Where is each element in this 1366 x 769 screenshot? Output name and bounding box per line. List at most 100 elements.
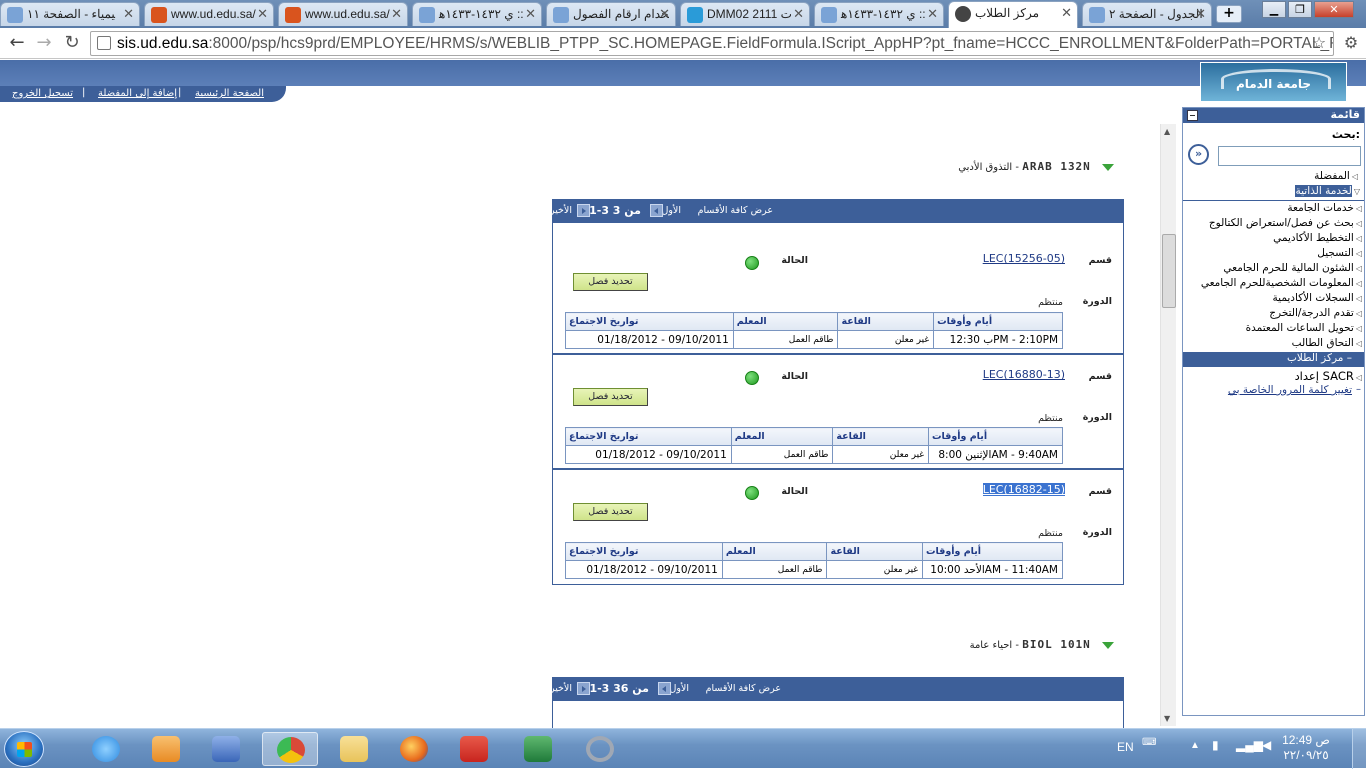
university-logo: ﺟﺎﻣﻌﺔ ﺍﻟﺪﻣﺎﻡ	[1200, 62, 1347, 102]
tab-label: DMM02 2111 ﺕ	[707, 7, 792, 21]
reload-icon[interactable]: ↻	[61, 33, 83, 55]
forward-icon[interactable]: →	[33, 33, 55, 55]
tab-dmm02[interactable]: DMM02 2111 ﺕ ✕	[680, 2, 810, 26]
days-times-cell: ﺏ 12:30PM - 2:10PM	[933, 330, 1063, 349]
collapse-arrow-icon[interactable]	[1102, 163, 1114, 171]
tab-ud-2[interactable]: www.ud.edu.sa/ ✕	[278, 2, 408, 26]
acrobat-icon[interactable]	[446, 732, 502, 766]
next-page-icon[interactable]	[577, 682, 590, 695]
previous-page-icon[interactable]	[650, 204, 663, 217]
change-password-link[interactable]: ﺗﻐﻴﻴﺮ ﻛﻠﻤﺔ ﺍﻟﻤﺮﻭﺭ ﺍﻟﺨﺎﺻﺔ ﺑﻲ	[1228, 384, 1352, 396]
course-heading-dash: -	[1015, 162, 1020, 173]
menu-item-academic-planning[interactable]: ﺍﻟﺘﺨﻄﻴﻂ ﺍﻷﻛﺎﺩﻳﻤﻲ ◁	[1273, 232, 1362, 244]
grid-pager-range: 1-3 ﻣﻦ 36	[589, 682, 649, 695]
tab-hijri-1[interactable]: ﻱ ١٤٣٢-١٤٣٣ﻫ :: ✕	[412, 2, 542, 26]
select-class-button[interactable]: ﺗﺤﺪﻳﺪ ﻓﺼﻞ	[573, 503, 648, 521]
language-indicator[interactable]: EN	[1117, 740, 1134, 754]
close-icon[interactable]: ✕	[927, 6, 938, 22]
ie-icon[interactable]	[78, 732, 134, 766]
address-bar[interactable]: sis.ud.edu.sa:8000/psp/hcs9prd/EMPLOYEE/…	[90, 31, 1334, 56]
show-hidden-icons-icon[interactable]: ▲	[1190, 740, 1200, 751]
tab-class-numbers[interactable]: ﺨﺪﺍﻡ ﺍﺭﻗﺎﻡ ﺍﻟﻔﺼﻮﻝ ✕	[546, 2, 676, 26]
chrome-icon[interactable]	[262, 732, 318, 766]
close-icon[interactable]: ✕	[123, 6, 134, 22]
tab-chemistry[interactable]: ﻴﻤﻴﺎﺀ - ﺍﻟﺼﻔﺤﺔ ١١ ✕	[0, 2, 140, 26]
back-icon[interactable]: ←	[6, 33, 28, 55]
start-button[interactable]	[4, 731, 44, 767]
home-link[interactable]: ﺍﻟﺼﻔﺤﺔ ﺍﻟﺮﺋﻴﺴﻴﺔ	[195, 88, 264, 99]
search-go-icon[interactable]: »	[1188, 144, 1209, 165]
portal-menu: ﻗﺎﺋﻤﺔ ﺑﺤﺚ: » ﺍﻟﻤﻔﻀﻠﺔ ◁ ﻟﺨﺪﻣﺔ ﺍﻟﺬﺍﺗﻴﺔ ▽ ﺧﺪﻣ…	[1182, 107, 1365, 716]
bookmark-star-icon[interactable]: ☆	[1308, 33, 1330, 55]
next-page-icon[interactable]	[577, 204, 590, 217]
loading-icon[interactable]	[572, 732, 628, 766]
section-link[interactable]: LEC(15256-05)	[983, 252, 1065, 265]
network-icon[interactable]: ▂▄▆	[1236, 738, 1263, 752]
close-icon[interactable]: ✕	[1195, 6, 1206, 22]
close-icon[interactable]: ✕	[793, 6, 804, 22]
menu-self-service[interactable]: ﻟﺨﺪﻣﺔ ﺍﻟﺬﺍﺗﻴﺔ ▽	[1295, 185, 1360, 197]
tools-icon[interactable]	[198, 732, 254, 766]
new-tab-button[interactable]: +	[1216, 5, 1242, 23]
expanded-arrow-icon: ▽	[1353, 187, 1360, 196]
menu-item-transfer-credit[interactable]: ﺗﺤﻮﻳﻞ ﺍﻟﺴﺎﻋﺎﺕ ﺍﻟﻤﻌﺘﻤﺪﺓ ◁	[1246, 322, 1362, 334]
show-desktop-button[interactable]	[1352, 729, 1366, 769]
folder-icon[interactable]	[326, 732, 382, 766]
menu-search-input[interactable]	[1218, 146, 1361, 166]
collapse-arrow-icon[interactable]	[1102, 641, 1114, 649]
tab-ud-1[interactable]: www.ud.edu.sa/ ✕	[144, 2, 274, 26]
close-icon[interactable]: ✕	[257, 6, 268, 22]
scroll-up-icon[interactable]: ▲	[1164, 127, 1170, 136]
menu-favorites[interactable]: ﺍﻟﻤﻔﻀﻠﺔ ◁	[1314, 170, 1358, 182]
page-scrollbar[interactable]: ▲ ▼	[1160, 124, 1176, 726]
section-link[interactable]: LEC(16882-15)	[982, 483, 1065, 496]
device-icon[interactable]: ▮	[1212, 738, 1219, 752]
previous-page-icon[interactable]	[658, 682, 671, 695]
doc-icon	[1089, 7, 1105, 23]
menu-item-enrollment[interactable]: ﺍﻟﺘﺴﺠﻴﻞ ◁	[1317, 247, 1362, 259]
close-window-icon[interactable]: ✕	[1314, 1, 1354, 18]
minimize-icon[interactable]: ▁	[1262, 1, 1286, 18]
excel-icon[interactable]	[510, 732, 566, 766]
view-all-sections-link[interactable]: ﻋﺮﺽ ﻛﺎﻓﺔ ﺍﻷﻗﺴﺎﻡ	[706, 683, 781, 694]
menu-sacr-setup[interactable]: ﺇﻋﺪﺍﺩ SACR ◁	[1295, 369, 1362, 383]
menu-item-student-admissions[interactable]: ﺍﻟﺘﺤﺎﻕ ﺍﻟﻄﺎﻟﺐ ◁	[1292, 337, 1362, 349]
select-class-button[interactable]: ﺗﺤﺪﻳﺪ ﻓﺼﻞ	[573, 273, 648, 291]
media-player-icon[interactable]	[138, 732, 194, 766]
tab-hijri-2[interactable]: ﻱ ١٤٣٢-١٤٣٣ﻫ :: ✕	[814, 2, 944, 26]
menu-item-university-services[interactable]: ﺧﺪﻣﺎﺕ ﺍﻟﺠﺎﻣﻌﺔ ◁	[1287, 202, 1362, 214]
tab-schedule[interactable]: ﺍﻟﺠﺪﻭﻝ - ﺍﻟﺼﻔﺤﺔ ٢ ✕	[1082, 2, 1212, 26]
menu-item-campus-personal-info[interactable]: ﺍﻟﻤﻌﻠﻮﻣﺎﺕ ﺍﻟﺸﺨﺼﻴﺔﻟﻠﺤﺮﻡ ﺍﻟﺠﺎﻣﻌﻲ ◁	[1201, 277, 1362, 289]
firefox-icon[interactable]	[386, 732, 442, 766]
close-icon[interactable]: ✕	[659, 6, 670, 22]
menu-item-class-search[interactable]: ﺑﺤﺚ ﻋﻦ ﻓﺼﻞ/ﺍﺳﺘﻌﺮﺍﺽ ﺍﻟﻜﺘﺎﻟﻮﺝ ◁	[1209, 217, 1362, 229]
meeting-dates-cell: 01/18/2012 - 09/10/2011	[565, 445, 732, 464]
logout-link[interactable]: ﺗﺴﺠﻴﻞ ﺍﻟﺨﺮﻭﺝ	[12, 88, 73, 99]
doc-icon	[7, 7, 23, 23]
select-class-button[interactable]: ﺗﺤﺪﻳﺪ ﻓﺼﻞ	[573, 388, 648, 406]
tab-student-center[interactable]: ﻣﺮﻛﺰ ﺍﻟﻄﻼﺏ ✕	[948, 1, 1078, 28]
scrollbar-thumb[interactable]	[1162, 234, 1176, 308]
view-all-sections-link[interactable]: ﻋﺮﺽ ﻛﺎﻓﺔ ﺍﻷﻗﺴﺎﻡ	[698, 205, 773, 216]
menu-item-campus-finances[interactable]: ﺍﻟﺸﺌﻮﻥ ﺍﻟﻤﺎﻟﻴﺔ ﻟﻠﺤﺮﻡ ﺍﻟﺠﺎﻣﻌﻲ ◁	[1223, 262, 1362, 274]
menu-student-center[interactable]: ﻣﺮﻛﺰ ﺍﻟﻄﻼﺏ –	[1183, 352, 1364, 367]
menu-item-academic-records[interactable]: ﺍﻟﺴﺠﻼﺕ ﺍﻷﻛﺎﺩﻳﻤﻴﺔ ◁	[1273, 292, 1362, 304]
close-icon[interactable]: ✕	[391, 6, 402, 22]
collapsed-arrow-icon: ◁	[1351, 172, 1358, 181]
system-clock[interactable]: ﺹ 12:49 ٢٢/٠٩/٢٥	[1270, 733, 1342, 763]
browser-toolbar: ← → ↻ sis.ud.edu.sa:8000/psp/hcs9prd/EMP…	[0, 28, 1366, 59]
keyboard-icon[interactable]: ⌨	[1142, 737, 1156, 748]
wrench-icon[interactable]: ⚙	[1340, 33, 1362, 55]
menu-item-degree-progress[interactable]: ﺗﻘﺪﻡ ﺍﻟﺪﺭﺟﺔ/ﺍﻟﺘﺨﺮﺝ ◁	[1269, 307, 1362, 319]
section-link[interactable]: LEC(16880-13)	[983, 368, 1065, 381]
sections-grid-arab: ﻋﺮﺽ ﻛﺎﻓﺔ ﺍﻷﻗﺴﺎﻡ ﺍﻷﻭﻝ 1-3 ﻣﻦ 3 ﺍﻷﺧﻴﺮ ﻗﺴﻢ …	[550, 199, 1124, 585]
room-cell: ﻏﻴﺮ ﻣﻌﻠﻦ	[832, 445, 930, 464]
scroll-down-icon[interactable]: ▼	[1164, 714, 1170, 723]
close-icon[interactable]: ✕	[1061, 5, 1072, 21]
close-icon[interactable]: ✕	[525, 6, 536, 22]
maximize-icon[interactable]: ❐	[1288, 1, 1312, 18]
minimize-menu-icon[interactable]	[1187, 110, 1198, 121]
add-favorites-link[interactable]: ﺇﺿﺎﻓﺔ ﺇﻟﻰ ﺍﻟﻤﻔﻀﻠﺔ	[98, 88, 177, 99]
column-header-room: ﺍﻟﻘﺎﻋﺔ	[826, 542, 923, 561]
session-value: ﻣﻨﺘﻈﻢ	[1038, 528, 1063, 539]
